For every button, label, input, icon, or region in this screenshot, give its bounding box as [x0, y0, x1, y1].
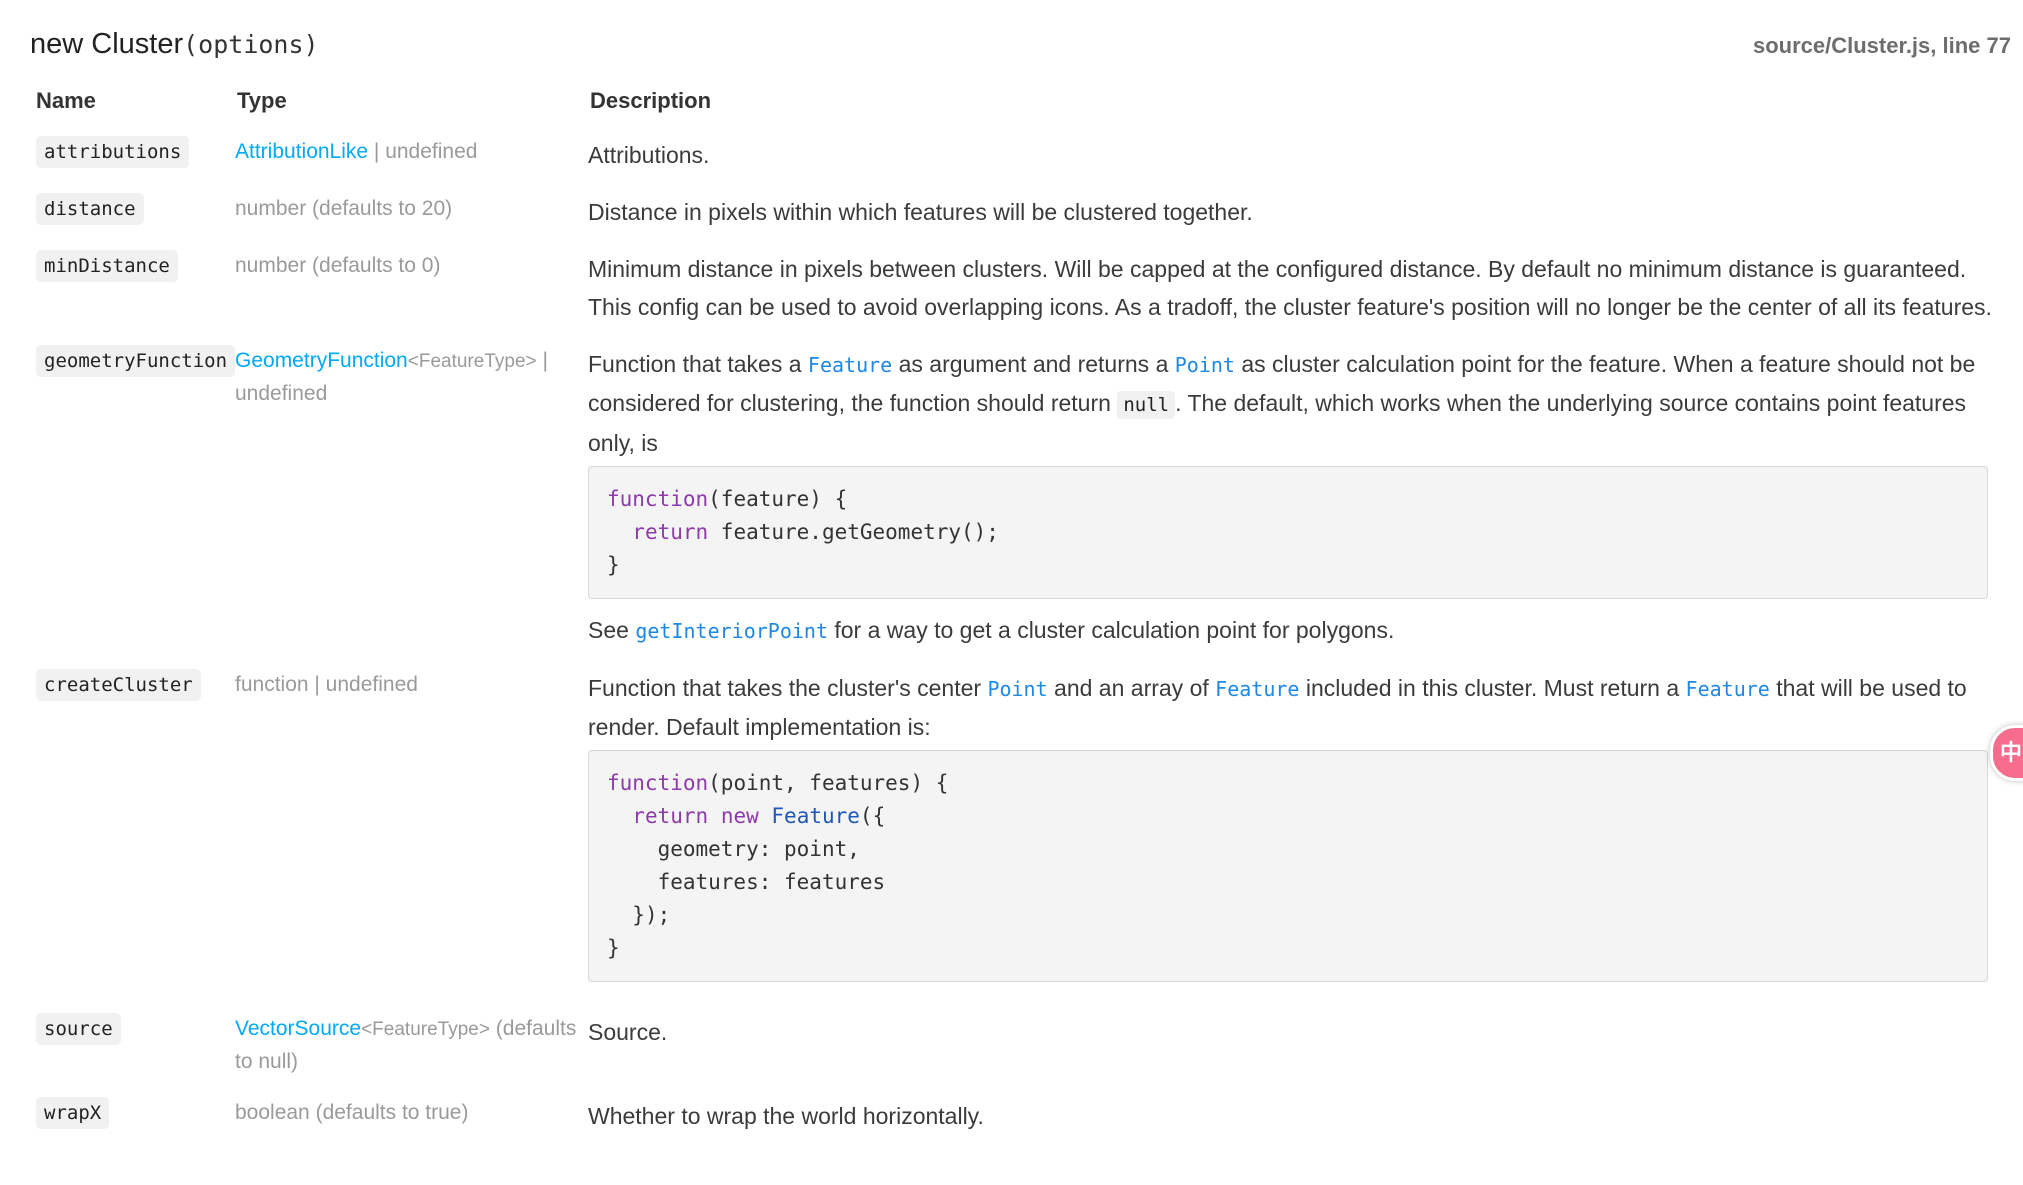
param-row-mindistance: minDistance number (defaults to 0) Minim…	[28, 242, 2004, 337]
param-description: Minimum distance in pixels between clust…	[588, 256, 1992, 320]
param-row-source: source VectorSource<FeatureType> (defaul…	[28, 1005, 2004, 1089]
type-link-attributionlike[interactable]: AttributionLike	[235, 140, 368, 163]
constructor-signature: (options)	[183, 30, 319, 59]
getinteriorpoint-link[interactable]: getInteriorPoint	[635, 619, 828, 643]
param-type: VectorSource<FeatureType> (defaults to n…	[235, 1005, 588, 1089]
column-header-name: Name	[36, 88, 96, 113]
param-description: Attributions.	[588, 142, 710, 168]
param-row-createcluster: createCluster function | undefined Funct…	[28, 661, 2004, 1005]
param-description: Function that takes a Feature as argumen…	[588, 337, 2004, 661]
code-block-default-geometry: function(feature) { return feature.getGe…	[588, 466, 1988, 599]
column-header-type: Type	[237, 88, 287, 113]
param-type: boolean (defaults to true)	[235, 1101, 469, 1124]
page-title: new Cluster(options)	[30, 28, 319, 61]
type-link-vectorsource[interactable]: VectorSource	[235, 1017, 361, 1040]
params-header-row: Name Type Description	[28, 84, 2004, 128]
description-paragraph: Function that takes a Feature as argumen…	[588, 351, 1976, 456]
description-paragraph: Function that takes the cluster's center…	[588, 675, 1967, 740]
param-name: createCluster	[36, 669, 201, 701]
constructor-name: new Cluster	[30, 28, 184, 60]
point-link[interactable]: Point	[1175, 353, 1235, 377]
param-name: source	[36, 1013, 121, 1045]
feature-link[interactable]: Feature	[1686, 677, 1770, 701]
param-name: attributions	[36, 136, 190, 168]
param-type: number (defaults to 20)	[235, 197, 453, 220]
param-description: Function that takes the cluster's center…	[588, 661, 2004, 1005]
param-type: number (defaults to 0)	[235, 254, 441, 277]
param-description: Whether to wrap the world horizontally.	[588, 1103, 984, 1129]
type-link-geometryfunction[interactable]: GeometryFunction	[235, 349, 408, 372]
param-description: Source.	[588, 1019, 668, 1045]
param-name: wrapX	[36, 1097, 110, 1129]
param-name: minDistance	[36, 250, 178, 282]
param-type: function | undefined	[235, 673, 418, 696]
column-header-description: Description	[590, 88, 712, 113]
param-name: geometryFunction	[36, 345, 236, 377]
type-generic: <FeatureType>	[407, 351, 537, 372]
feature-link[interactable]: Feature	[808, 353, 892, 377]
param-row-distance: distance number (defaults to 20) Distanc…	[28, 185, 2004, 242]
type-rest: | undefined	[368, 140, 478, 163]
source-file-link[interactable]: source/Cluster.js, line 77	[1753, 33, 2011, 59]
inline-code-null: null	[1117, 391, 1176, 419]
param-name: distance	[36, 193, 144, 225]
see-also-paragraph: See getInteriorPoint for a way to get a …	[588, 617, 1395, 643]
param-type: GeometryFunction<FeatureType> | undefine…	[235, 337, 588, 661]
type-generic: <FeatureType>	[361, 1019, 490, 1040]
constructor-header: new Cluster(options) source/Cluster.js, …	[30, 28, 2011, 68]
param-row-geometryfunction: geometryFunction GeometryFunction<Featur…	[28, 337, 2004, 661]
param-description: Distance in pixels within which features…	[588, 199, 1253, 225]
point-link[interactable]: Point	[987, 677, 1047, 701]
param-type: AttributionLike | undefined	[235, 128, 588, 185]
api-doc-page: new Cluster(options) source/Cluster.js, …	[0, 0, 2023, 1185]
param-row-wrapx: wrapX boolean (defaults to true) Whether…	[28, 1089, 2004, 1146]
param-row-attributions: attributions AttributionLike | undefined…	[28, 128, 2004, 185]
params-table: Name Type Description attributions Attri…	[28, 84, 2004, 1146]
code-block-default-create-cluster: function(point, features) { return new F…	[588, 750, 1988, 982]
feature-link[interactable]: Feature	[1215, 677, 1299, 701]
